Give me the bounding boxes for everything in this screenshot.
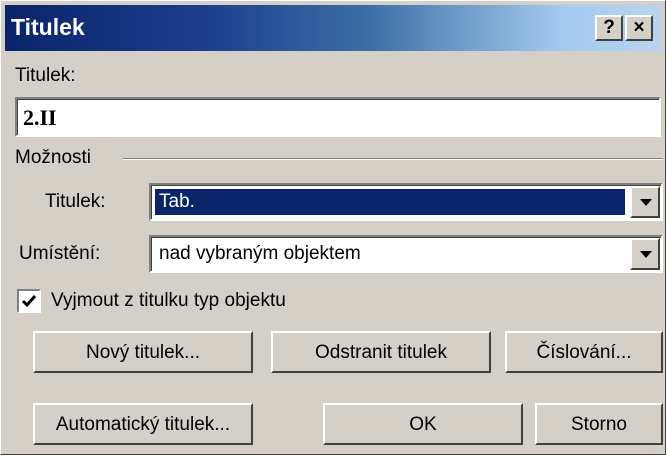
title-bar[interactable]: Titulek ? × <box>5 5 661 51</box>
caption-input-value: 2.II <box>23 105 57 130</box>
caption-type-value: Tab. <box>155 189 625 215</box>
ok-button[interactable]: OK <box>323 403 523 445</box>
new-caption-button[interactable]: Nový titulek... <box>33 331 253 373</box>
delete-caption-button[interactable]: Odstranit titulek <box>271 331 491 373</box>
caption-type-label: Titulek: <box>45 191 106 212</box>
caption-label: Titulek: <box>15 65 76 86</box>
caption-dialog: Titulek ? × Titulek: 2.II Možnosti Titul… <box>0 0 666 455</box>
options-group-divider <box>123 158 663 160</box>
auto-caption-button[interactable]: Automatický titulek... <box>33 403 253 445</box>
caption-input[interactable]: 2.II <box>15 97 661 137</box>
cancel-button[interactable]: Storno <box>535 403 663 445</box>
exclude-label-text[interactable]: Vyjmout z titulku typ objektu <box>51 290 286 312</box>
caption-type-dropdown-arrow-icon[interactable] <box>630 186 660 218</box>
position-value: nad vybraným objektem <box>159 243 361 264</box>
position-dropdown-arrow-icon[interactable] <box>630 238 660 270</box>
position-select[interactable]: nad vybraným objektem <box>149 235 663 273</box>
close-button[interactable]: × <box>625 15 653 41</box>
caption-type-select[interactable]: Tab. <box>149 183 663 221</box>
position-label: Umístění: <box>19 243 101 264</box>
checkmark-icon <box>21 295 37 308</box>
options-group-label: Možnosti <box>15 147 92 168</box>
window-title: Titulek <box>11 14 85 40</box>
exclude-label-checkbox[interactable] <box>17 289 41 313</box>
numbering-button[interactable]: Číslování... <box>505 331 663 373</box>
help-button[interactable]: ? <box>595 15 623 41</box>
